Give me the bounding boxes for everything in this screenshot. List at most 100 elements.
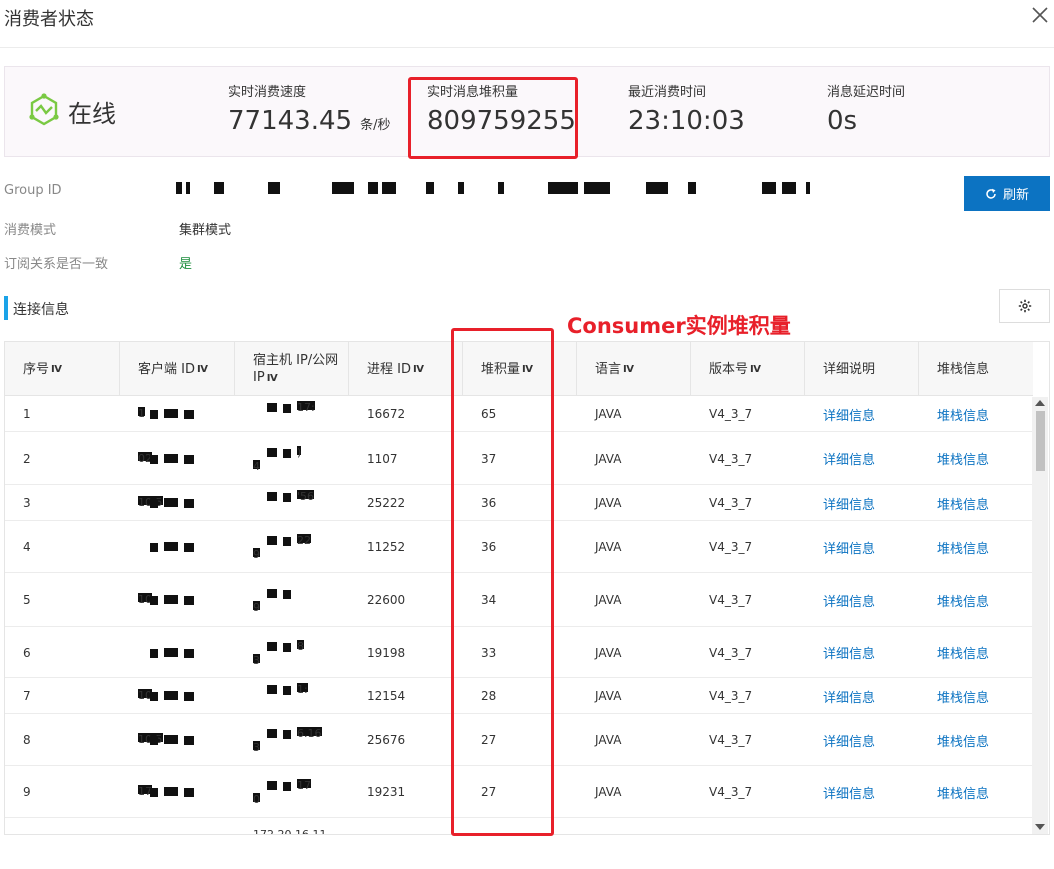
cell-version: V4_3_7 xyxy=(709,733,753,747)
table-settings-button[interactable] xyxy=(999,289,1050,323)
cell-language: JAVA xyxy=(595,496,622,510)
link-detail-info[interactable]: 详细信息 xyxy=(805,678,919,714)
cell-index: 5 xyxy=(23,593,31,607)
cell-pid: 16672 xyxy=(367,407,406,421)
column-header-stack: 堆栈信息 xyxy=(937,361,990,377)
sort-icon: Ⅳ xyxy=(750,363,762,375)
cell-host-ip: 172.20.16.11 xyxy=(253,828,327,835)
cell-version: V4_3_7 xyxy=(709,689,753,703)
cell-backlog: 65 xyxy=(481,407,497,421)
link-stack-info[interactable]: 堆栈信息 xyxy=(919,573,1033,627)
link-stack-info[interactable]: 堆栈信息 xyxy=(919,766,1033,818)
link-detail-info[interactable]: 详细信息 xyxy=(805,766,919,818)
link-stack-info[interactable]: 堆栈信息 xyxy=(919,627,1033,678)
link-stack-info[interactable]: 堆栈信息 xyxy=(919,396,1033,432)
link-stack-info[interactable]: 堆栈信息 xyxy=(919,714,1033,766)
cell-pid: 25676 xyxy=(367,733,406,747)
link-detail-info[interactable]: 详细信息 xyxy=(805,396,919,432)
metric-consume-speed: 实时消费速度 77143.45 条/秒 xyxy=(228,85,390,141)
cell-version: V4_3_7 xyxy=(709,593,753,607)
status-panel: 在线 实时消费速度 77143.45 条/秒 实时消息堆积量 809759255 … xyxy=(4,66,1050,157)
cell-client-id-redacted: 10 5 xyxy=(120,485,235,521)
table-row-partial: 172.20.16.11 xyxy=(5,818,1033,835)
link-detail-info[interactable]: 详细信息 xyxy=(805,432,919,485)
cell-index: 6 xyxy=(23,645,31,660)
section-accent-bar xyxy=(4,296,8,320)
cell-host-ip-redacted: ) 4 xyxy=(253,445,302,473)
scroll-up-arrow-icon[interactable] xyxy=(1035,400,1045,406)
cell-client-id-redacted: 1 xyxy=(120,396,235,432)
metric-label: 实时消费速度 xyxy=(228,85,307,100)
table-scrollbar[interactable] xyxy=(1032,397,1048,834)
link-stack-info[interactable]: 堆栈信息 xyxy=(919,678,1033,714)
metric-label: 实时消息堆积量 xyxy=(427,85,519,100)
close-icon[interactable] xyxy=(1030,4,1050,26)
scroll-down-arrow-icon[interactable] xyxy=(1035,824,1045,830)
cell-version: V4_3_7 xyxy=(709,496,753,510)
cell-backlog: 27 xyxy=(481,733,497,747)
link-detail-info[interactable]: 详细信息 xyxy=(805,521,919,573)
refresh-label: 刷新 xyxy=(1002,187,1029,202)
link-detail-info[interactable]: 详细信息 xyxy=(805,627,919,678)
table-row: 7 10 1: 12154 28 JAVA V4_3_7 详细信息 堆栈信息 xyxy=(5,678,1033,714)
sort-icon: Ⅳ xyxy=(196,363,208,375)
metric-value: 809759255 xyxy=(427,106,576,136)
online-status-text: 在线 xyxy=(68,100,116,128)
consume-mode-value: 集群模式 xyxy=(179,223,232,238)
link-detail-info[interactable]: 详细信息 xyxy=(805,714,919,766)
cell-host-ip-redacted: 17 0 xyxy=(253,779,311,806)
link-stack-info[interactable]: 堆栈信息 xyxy=(919,485,1033,521)
metric-delay-time: 消息延迟时间 0s xyxy=(827,85,905,136)
column-header-pid[interactable]: 进程 ID Ⅳ xyxy=(349,342,463,396)
refresh-button[interactable]: 刷新 xyxy=(964,176,1050,211)
cell-client-id-redacted: 10 5 xyxy=(120,714,235,766)
column-header-client-id[interactable]: 客户端 ID Ⅳ xyxy=(120,342,235,396)
subscription-consistent-label: 订阅关系是否一致 xyxy=(4,257,109,272)
link-stack-info[interactable]: 堆栈信息 xyxy=(919,521,1033,573)
cell-version: V4_3_7 xyxy=(709,785,753,799)
cell-index: 2 xyxy=(23,451,31,466)
subscription-consistent-value: 是 xyxy=(179,257,193,272)
link-detail-info[interactable]: 详细信息 xyxy=(805,485,919,521)
link-stack-info[interactable]: 堆栈信息 xyxy=(919,432,1033,485)
column-header-index[interactable]: 序号 Ⅳ xyxy=(5,342,120,396)
table-row: 2 02) 4 1107 37 JAVA V4_3_7 详细信息 堆栈信息 xyxy=(5,432,1033,485)
dialog-title: 消费者状态 xyxy=(4,9,94,30)
metric-value: 0s xyxy=(827,106,858,136)
cell-pid: 1107 xyxy=(367,451,398,466)
connection-table: 序号 Ⅳ 客户端 ID Ⅳ 宿主机 IP/公网 IP Ⅳ 进程 ID Ⅳ 堆积量 Ⅳ 语言… xyxy=(4,341,1050,835)
table-row: 5 10 9 22600 34 JAVA V4_3_7 详细信息 堆栈信息 xyxy=(5,573,1033,627)
link-detail-info[interactable]: 详细信息 xyxy=(805,573,919,627)
cell-version: V4_3_7 xyxy=(709,540,753,554)
cell-host-ip-redacted: 83 xyxy=(253,639,304,667)
sort-icon: Ⅳ xyxy=(522,363,534,375)
cell-backlog: 37 xyxy=(481,451,497,466)
cell-index: 4 xyxy=(23,540,31,554)
table-row: 4 22 9 11252 36 JAVA V4_3_7 详细信息 堆栈信息 xyxy=(5,521,1033,573)
column-header-host-ip[interactable]: 宿主机 IP/公网 IP Ⅳ xyxy=(235,342,349,396)
column-header-language[interactable]: 语言 Ⅳ xyxy=(577,342,691,396)
cell-index: 1 xyxy=(23,407,31,421)
cell-pid: 12154 xyxy=(367,689,406,703)
cell-index: 9 xyxy=(23,785,31,799)
metric-label: 最近消费时间 xyxy=(628,85,707,100)
sort-icon: Ⅳ xyxy=(51,363,63,375)
column-header-detail: 详细说明 xyxy=(805,342,919,396)
cell-pid: 11252 xyxy=(367,540,406,554)
cell-host-ip-redacted: 22 9 xyxy=(253,534,311,561)
cell-host-ip-redacted: '56 xyxy=(235,485,349,521)
cell-host-ip-redacted: 9 xyxy=(235,573,349,627)
table-row: 3 10 5'56 25222 36 JAVA V4_3_7 详细信息 堆栈信息 xyxy=(5,485,1033,521)
cell-client-id-redacted: 17 xyxy=(120,766,235,818)
cell-backlog: 33 xyxy=(481,645,497,660)
column-header-backlog[interactable]: 堆积量 Ⅳ xyxy=(463,342,577,396)
table-row: 6 8 3 19198 33 JAVA V4_3_7 详细信息 堆栈信息 xyxy=(5,627,1033,678)
cell-host-ip-redacted: 6.16 3 xyxy=(253,727,322,754)
column-header-version[interactable]: 版本号 Ⅳ xyxy=(691,342,805,396)
group-id-label: Group ID xyxy=(4,183,62,198)
cell-index: 3 xyxy=(23,496,31,510)
cell-backlog: 34 xyxy=(481,593,497,607)
cell-language: JAVA xyxy=(595,407,622,421)
cell-backlog: 28 xyxy=(481,689,497,703)
scroll-thumb[interactable] xyxy=(1036,411,1045,471)
